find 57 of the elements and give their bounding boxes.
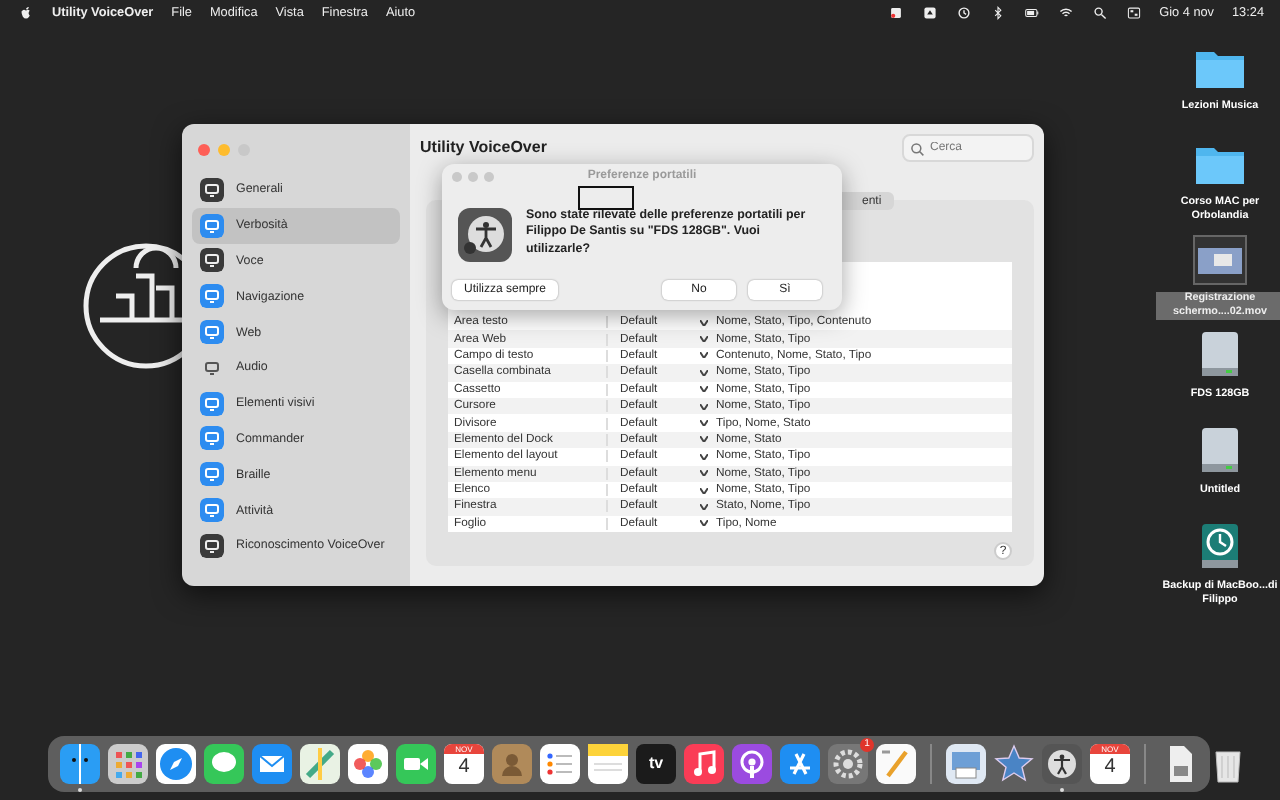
video-camera-icon[interactable]	[396, 743, 436, 783]
search-icon	[910, 141, 924, 155]
star-icon[interactable]	[994, 743, 1034, 783]
chevron-icon	[700, 386, 708, 393]
apple-logo-icon[interactable]	[18, 5, 34, 19]
app-symbol-icon	[200, 462, 224, 487]
chevron-icon	[700, 453, 708, 460]
chevron-icon	[700, 319, 708, 326]
face-icon[interactable]	[60, 743, 100, 783]
triangle-icon[interactable]	[921, 5, 938, 19]
chevron-icon	[700, 352, 708, 359]
chevron-icon	[700, 503, 708, 510]
gear-icon[interactable]	[828, 743, 868, 783]
video-thumbnail-icon[interactable]	[1190, 232, 1250, 288]
envelope-icon[interactable]	[252, 743, 292, 783]
app-symbol-icon	[200, 284, 224, 309]
podcast-icon[interactable]	[732, 743, 772, 783]
app-symbol-icon	[200, 426, 224, 451]
app-symbol-icon	[200, 498, 224, 523]
clock-icon[interactable]	[955, 5, 972, 19]
chevron-icon	[700, 420, 708, 427]
app-symbol-icon	[200, 391, 224, 416]
accessibility-icon[interactable]	[1042, 743, 1082, 783]
chevron-icon	[700, 487, 708, 494]
running-indicator	[78, 787, 82, 791]
battery-icon[interactable]	[1023, 5, 1040, 19]
tv-icon[interactable]: tv	[636, 743, 676, 783]
grid-icon[interactable]	[108, 743, 148, 783]
running-indicator	[1060, 787, 1064, 791]
accessibility-icon	[458, 208, 512, 262]
letter-a-icon[interactable]	[780, 743, 820, 783]
app-symbol-icon	[200, 248, 224, 273]
flower-icon[interactable]	[348, 743, 388, 783]
photo-icon[interactable]	[946, 743, 986, 783]
music-note-icon[interactable]	[684, 743, 724, 783]
chevron-icon	[700, 403, 708, 410]
wifi-icon[interactable]	[1057, 5, 1074, 19]
pen-icon[interactable]	[876, 743, 916, 783]
app-symbol-icon	[200, 320, 224, 345]
control-center-icon[interactable]	[1125, 5, 1142, 19]
search-icon[interactable]	[1091, 5, 1108, 19]
chevron-icon	[700, 520, 708, 527]
window-title: Utility VoiceOver	[420, 138, 547, 156]
chevron-icon	[700, 470, 708, 477]
chevron-icon	[700, 336, 708, 343]
list-icon[interactable]	[540, 743, 580, 783]
chevron-icon	[700, 369, 708, 376]
map-icon[interactable]	[300, 743, 340, 783]
outline-rectangle	[578, 186, 634, 210]
chevron-icon	[700, 436, 708, 443]
app-symbol-icon	[200, 533, 224, 558]
compass-icon[interactable]	[156, 743, 196, 783]
app-symbol-icon	[200, 213, 224, 238]
speech-bubble-icon[interactable]	[204, 743, 244, 783]
app-symbol-icon	[200, 177, 224, 202]
bluetooth-icon[interactable]	[989, 5, 1006, 19]
notepad-icon[interactable]	[588, 743, 628, 783]
